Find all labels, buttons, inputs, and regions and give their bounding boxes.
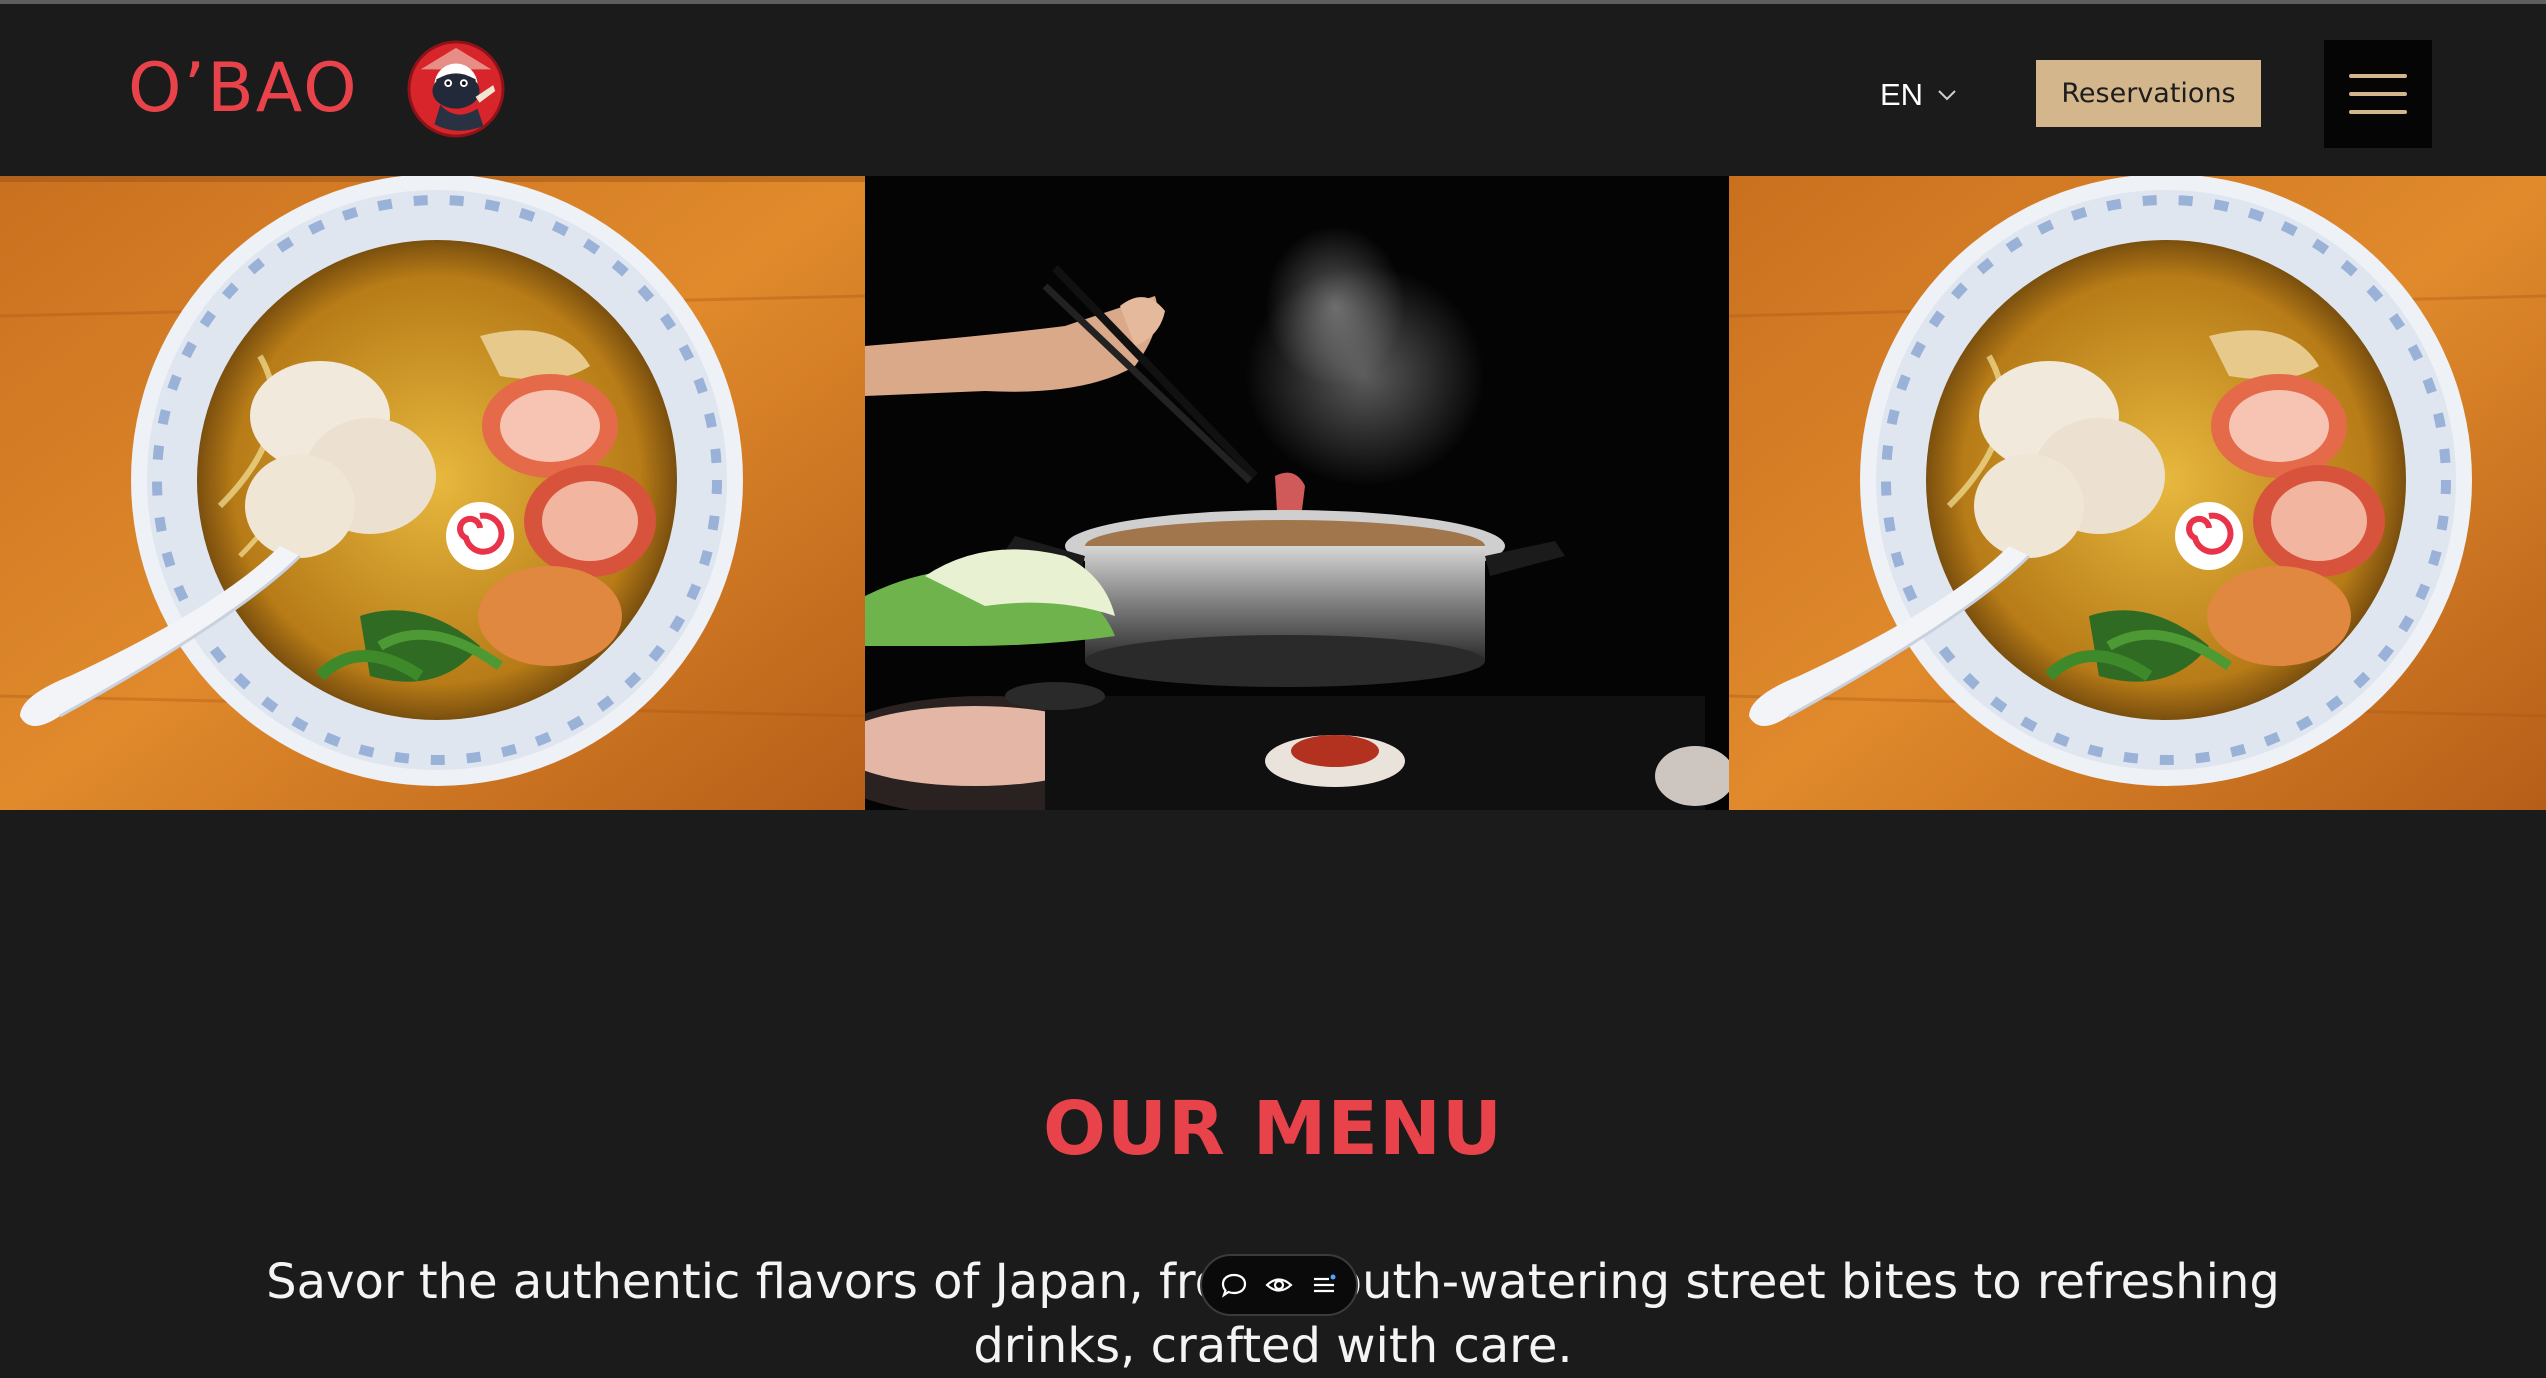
hero-gallery: [0, 176, 2546, 810]
reservations-button[interactable]: Reservations: [2036, 60, 2261, 127]
brand[interactable]: O’BAO: [128, 40, 505, 138]
hot-pot-photo: [865, 176, 1729, 810]
list-icon[interactable]: [1309, 1270, 1339, 1300]
comment-icon[interactable]: [1219, 1270, 1249, 1300]
eye-icon[interactable]: [1264, 1270, 1294, 1300]
ramen-bowl-photo-2: [1729, 176, 2546, 810]
hamburger-menu-icon: [2349, 74, 2407, 78]
ninja-mascot-logo-icon: [407, 40, 505, 138]
ramen-bowl-photo: [0, 176, 865, 810]
brand-name: O’BAO: [128, 49, 359, 128]
floating-toolbar: [1200, 1254, 1358, 1316]
language-label: EN: [1880, 77, 1924, 112]
chevron-down-icon: [1938, 90, 1956, 101]
menu-section-title: OUR MENU: [1043, 1086, 1503, 1172]
site-header: O’BAO EN Reservations: [0, 4, 2546, 176]
language-selector[interactable]: EN: [1880, 70, 1957, 120]
hamburger-menu-button[interactable]: [2324, 40, 2432, 148]
